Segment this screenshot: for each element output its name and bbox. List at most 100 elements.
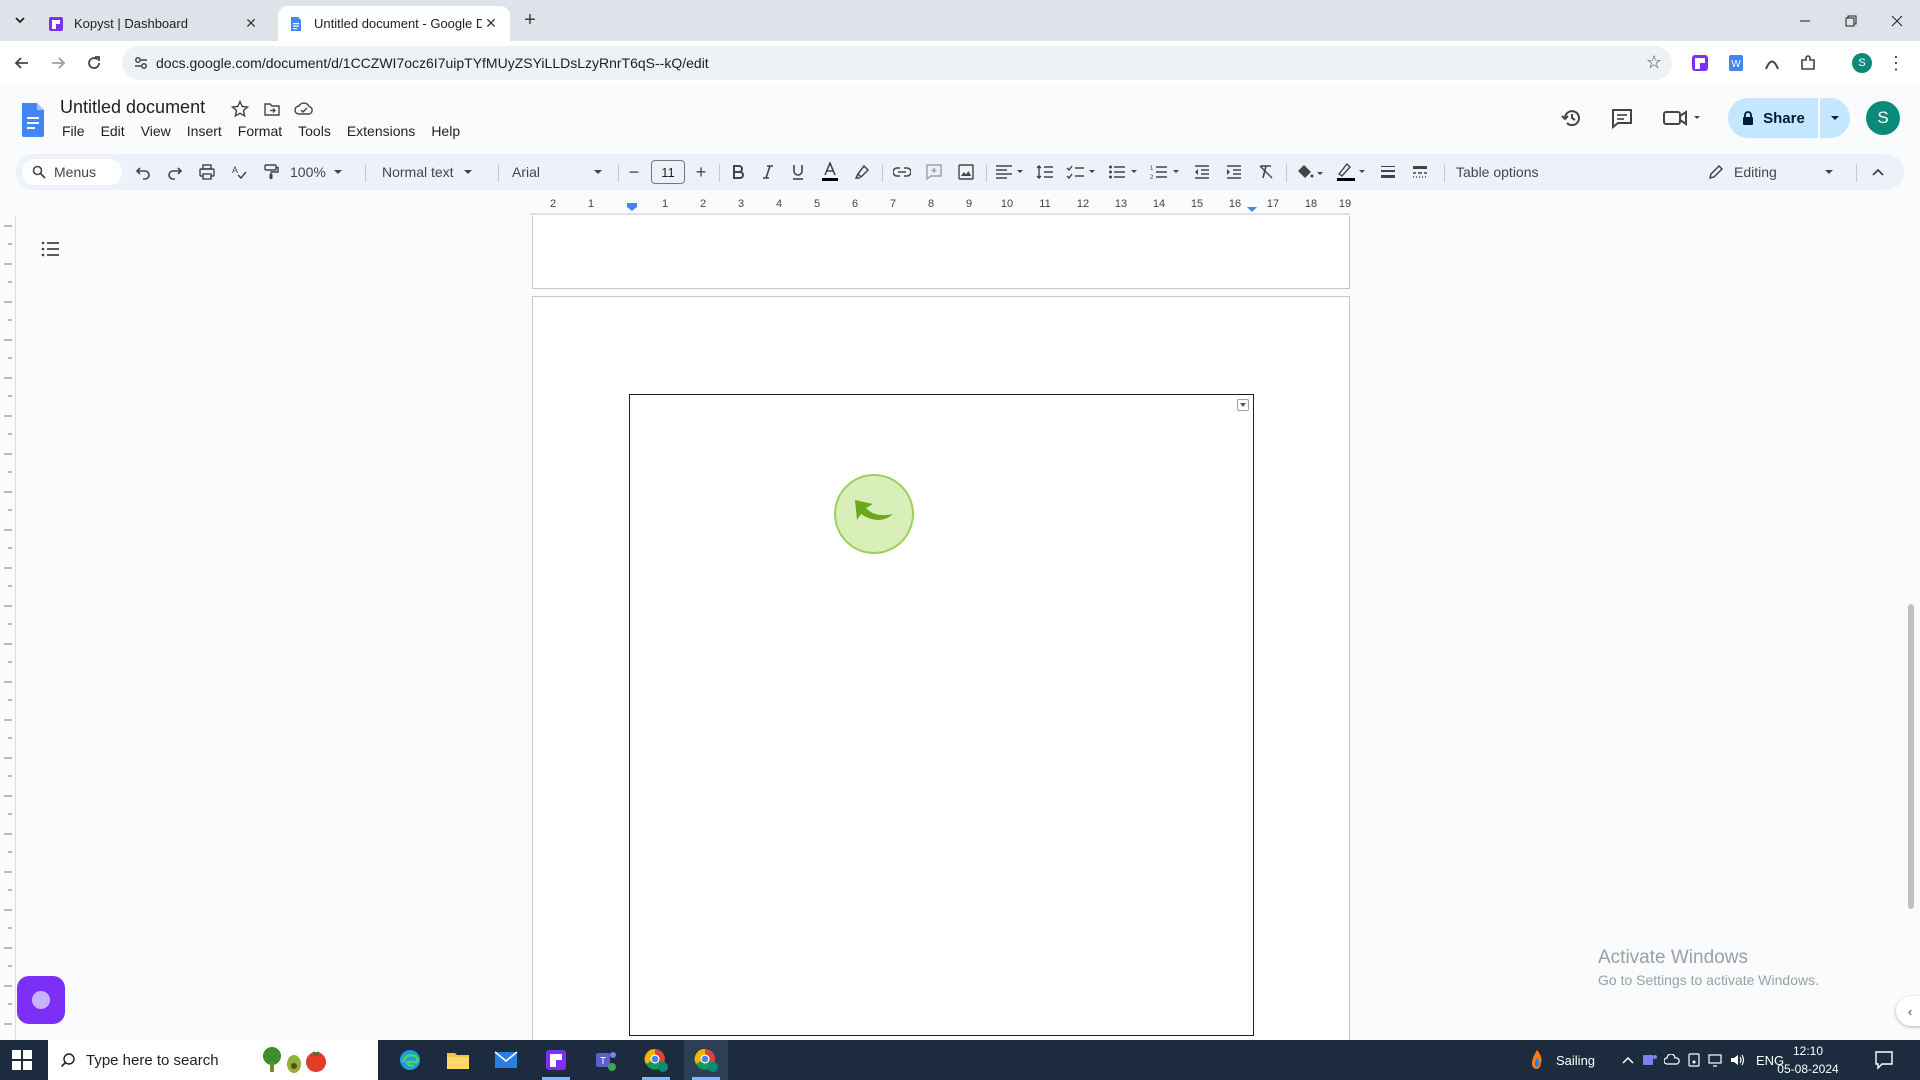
task-view-button[interactable] xyxy=(338,1040,382,1080)
forward-button[interactable] xyxy=(46,51,70,75)
side-panel-toggle[interactable]: ‹ xyxy=(1896,996,1920,1026)
menu-extensions[interactable]: Extensions xyxy=(339,123,423,143)
taskbar-chrome-profile-s[interactable] xyxy=(684,1040,728,1080)
restore-button[interactable] xyxy=(1828,0,1874,41)
vertical-scrollbar[interactable] xyxy=(1908,604,1914,909)
tab-kopyst-dashboard[interactable]: Kopyst | Dashboard ✕ xyxy=(38,6,270,41)
close-tab-icon[interactable]: ✕ xyxy=(242,15,260,33)
device-icon[interactable] xyxy=(1686,1052,1702,1068)
menu-tools[interactable]: Tools xyxy=(290,123,339,143)
minimize-button[interactable] xyxy=(1782,0,1828,41)
italic-button[interactable] xyxy=(754,154,782,190)
move-folder-icon[interactable] xyxy=(261,98,283,120)
reload-button[interactable] xyxy=(82,51,106,75)
menu-help[interactable]: Help xyxy=(423,123,468,143)
onedrive-icon[interactable] xyxy=(1664,1052,1680,1068)
text-color-button[interactable] xyxy=(816,154,844,190)
taskbar-teams[interactable]: T xyxy=(584,1040,628,1080)
right-indent-marker[interactable] xyxy=(1247,207,1257,212)
share-options-dropdown[interactable] xyxy=(1820,98,1850,138)
taskbar-search-box[interactable]: Type here to search xyxy=(48,1040,378,1080)
extensions-puzzle-icon[interactable] xyxy=(1798,53,1818,73)
network-icon[interactable] xyxy=(1708,1052,1724,1068)
star-icon[interactable] xyxy=(229,98,251,120)
meet-button[interactable] xyxy=(1660,104,1706,132)
taskbar-chrome-profile-a[interactable] xyxy=(634,1040,678,1080)
insert-image-button[interactable] xyxy=(952,154,980,190)
align-button[interactable] xyxy=(992,154,1028,190)
decrease-font-size-button[interactable]: − xyxy=(622,154,646,190)
menu-edit[interactable]: Edit xyxy=(93,123,133,143)
line-spacing-button[interactable] xyxy=(1030,154,1060,190)
volume-icon[interactable] xyxy=(1730,1052,1746,1068)
kopyst-recorder-button[interactable] xyxy=(17,976,65,1024)
underline-button[interactable] xyxy=(784,154,812,190)
cell-menu-button[interactable] xyxy=(1237,399,1249,411)
weather-text[interactable]: Sailing xyxy=(1556,1040,1595,1080)
notifications-icon[interactable] xyxy=(1874,1050,1894,1070)
bold-button[interactable] xyxy=(724,154,752,190)
site-info-icon[interactable] xyxy=(132,54,150,72)
add-comment-button[interactable] xyxy=(920,154,948,190)
border-color-button[interactable] xyxy=(1332,154,1372,190)
share-button[interactable]: Share xyxy=(1728,98,1818,138)
redo-button[interactable] xyxy=(161,154,189,190)
bulleted-list-button[interactable] xyxy=(1104,154,1144,190)
bookmark-star-icon[interactable]: ☆ xyxy=(1646,52,1662,73)
extension-arc-icon[interactable] xyxy=(1762,53,1782,73)
checklist-button[interactable] xyxy=(1062,154,1102,190)
border-dash-button[interactable] xyxy=(1406,154,1434,190)
new-tab-button[interactable]: + xyxy=(518,8,542,32)
numbered-list-button[interactable]: 12 xyxy=(1146,154,1186,190)
print-button[interactable] xyxy=(193,154,221,190)
veggies-widget-icon[interactable] xyxy=(258,1046,330,1074)
version-history-icon[interactable] xyxy=(1558,104,1586,132)
menu-format[interactable]: Format xyxy=(230,123,290,143)
taskbar-mail[interactable] xyxy=(484,1040,528,1080)
taskbar-clock[interactable]: 12:10 05-08-2024 xyxy=(1772,1042,1844,1078)
left-indent-marker[interactable] xyxy=(627,203,637,211)
paint-format-button[interactable] xyxy=(257,154,285,190)
document-title[interactable]: Untitled document xyxy=(60,97,205,118)
browser-profile-avatar[interactable]: S xyxy=(1852,53,1872,73)
font-size-input[interactable]: 11 xyxy=(651,160,685,184)
zoom-select[interactable]: 100% xyxy=(290,154,352,190)
google-docs-logo-icon[interactable] xyxy=(20,102,46,138)
close-tab-icon[interactable]: ✕ xyxy=(482,15,500,33)
menu-insert[interactable]: Insert xyxy=(179,123,230,143)
taskbar-edge[interactable] xyxy=(388,1040,432,1080)
tab-search-dropdown[interactable] xyxy=(8,8,32,32)
show-hidden-icons-icon[interactable] xyxy=(1620,1052,1636,1068)
hide-menus-button[interactable] xyxy=(1864,154,1892,190)
search-menus-button[interactable]: Menus xyxy=(22,159,122,185)
comments-icon[interactable] xyxy=(1608,104,1636,132)
close-window-button[interactable] xyxy=(1874,0,1920,41)
font-family-select[interactable]: Arial xyxy=(504,154,610,190)
address-bar[interactable]: docs.google.com/document/d/1CCZWI7ocz6I7… xyxy=(122,46,1672,80)
back-button[interactable] xyxy=(10,51,34,75)
cloud-saved-icon[interactable] xyxy=(293,98,315,120)
menu-view[interactable]: View xyxy=(133,123,179,143)
cell-fill-color-button[interactable] xyxy=(1292,154,1330,190)
taskbar-kopyst[interactable] xyxy=(534,1040,578,1080)
border-width-button[interactable] xyxy=(1374,154,1402,190)
undo-button[interactable] xyxy=(129,154,157,190)
paragraph-style-select[interactable]: Normal text xyxy=(374,154,484,190)
decrease-indent-button[interactable] xyxy=(1188,154,1216,190)
increase-indent-button[interactable] xyxy=(1220,154,1248,190)
taskbar-file-explorer[interactable] xyxy=(436,1040,480,1080)
increase-font-size-button[interactable]: + xyxy=(689,154,713,190)
highlight-color-button[interactable] xyxy=(848,154,876,190)
editing-mode-select[interactable]: Editing xyxy=(1708,154,1838,190)
table-cell[interactable] xyxy=(629,394,1254,1036)
tab-untitled-document[interactable]: Untitled document - Google Do ✕ xyxy=(278,6,510,41)
menu-file[interactable]: File xyxy=(54,123,93,143)
account-avatar[interactable]: S xyxy=(1866,101,1900,135)
teams-tray-icon[interactable] xyxy=(1642,1052,1658,1068)
weather-flame-icon[interactable] xyxy=(1528,1049,1546,1071)
docs-extension-icon[interactable]: W xyxy=(1726,53,1746,73)
document-outline-icon[interactable] xyxy=(40,238,62,260)
insert-link-button[interactable] xyxy=(888,154,916,190)
document-page-previous[interactable] xyxy=(532,216,1350,289)
browser-menu-icon[interactable]: ⋮ xyxy=(1887,51,1905,75)
